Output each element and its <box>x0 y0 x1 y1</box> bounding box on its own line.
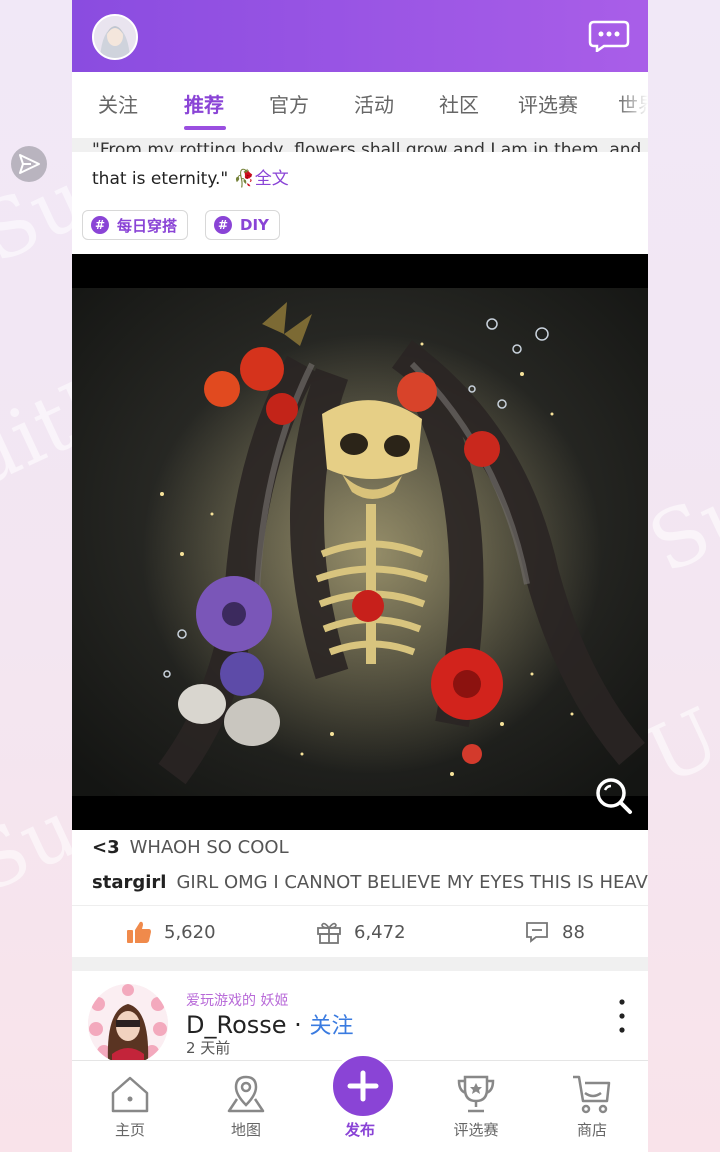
comment-button[interactable]: 88 <box>524 920 585 944</box>
username[interactable]: D_Rosse <box>186 1011 287 1039</box>
tab-recommended[interactable]: 推荐 <box>184 89 224 118</box>
tag-label: DIY <box>240 216 269 234</box>
trophy-icon <box>457 1075 495 1113</box>
post-author: D_Rosse · 关注 <box>186 1008 353 1040</box>
profile-avatar[interactable] <box>92 14 138 60</box>
shopping-cart-icon <box>573 1075 611 1114</box>
post-caption-text: that is eternity." 🥀 <box>92 169 255 189</box>
watermark-text: Su <box>635 461 720 592</box>
post-caption-cut: "From my rotting body, flowers shall gro… <box>92 140 642 152</box>
more-vertical-icon <box>619 999 625 1033</box>
publish-button[interactable] <box>330 1053 396 1119</box>
post-separator <box>72 957 648 971</box>
zoom-icon[interactable] <box>594 776 634 816</box>
tab-official[interactable]: 官方 <box>269 89 309 118</box>
like-count: 5,620 <box>164 921 216 943</box>
app-screen: 关注 推荐 官方 活动 社区 评选赛 世界 "From my rotting b… <box>72 0 648 1152</box>
nav-contest-label: 评选赛 <box>453 1121 499 1139</box>
tab-following[interactable]: 关注 <box>98 89 138 118</box>
tab-contest[interactable]: 评选赛 <box>518 89 578 118</box>
tag-label: 每日穿搭 <box>117 216 178 235</box>
post-image[interactable] <box>72 254 648 830</box>
map-pin-icon <box>227 1075 265 1113</box>
full-text-link[interactable]: 全文 <box>255 169 289 189</box>
like-button[interactable]: 5,620 <box>126 920 216 944</box>
nav-map-label: 地图 <box>230 1121 261 1139</box>
follow-button[interactable]: 关注 <box>309 1014 353 1039</box>
nav-home[interactable]: 主页 <box>80 1061 180 1152</box>
nav-home-label: 主页 <box>114 1121 145 1139</box>
author-avatar[interactable] <box>88 984 168 1064</box>
nav-map[interactable]: 地图 <box>196 1061 296 1152</box>
nav-shop[interactable]: 商店 <box>542 1061 642 1152</box>
comment-author: <3 <box>92 837 120 858</box>
comment-item[interactable]: <3 WHAOH SO COOL <box>92 837 289 858</box>
user-title-badge: 爱玩游戏的 妖姬 <box>186 993 289 1009</box>
share-icon[interactable] <box>11 146 47 182</box>
tab-community[interactable]: 社区 <box>439 89 479 118</box>
separator: · <box>286 1011 310 1039</box>
post-caption: that is eternity." 🥀全文 <box>92 164 289 189</box>
nav-publish-label: 发布 <box>344 1121 375 1139</box>
gift-button[interactable]: 6,472 <box>316 920 406 944</box>
more-options-button[interactable] <box>618 998 626 1034</box>
tag-diy[interactable]: # DIY <box>205 210 280 240</box>
comment-count: 88 <box>562 921 585 943</box>
comment-text: WHAOH SO COOL <box>129 837 289 858</box>
nav-contest[interactable]: 评选赛 <box>426 1061 526 1152</box>
gift-count: 6,472 <box>354 921 406 943</box>
post-stats: 5,620 6,472 88 <box>72 905 648 958</box>
nav-shop-label: 商店 <box>576 1121 607 1139</box>
messages-button[interactable] <box>588 20 630 54</box>
hashtag-icon: # <box>214 216 232 234</box>
thumbs-up-icon <box>127 921 151 943</box>
comment-text: GIRL OMG I CANNOT BELIEVE MY EYES THIS I… <box>176 872 648 893</box>
active-tab-indicator <box>184 126 226 130</box>
post-time: 2 天前 <box>186 1039 231 1057</box>
category-tabs: 关注 推荐 官方 活动 社区 评选赛 世界 <box>72 72 648 139</box>
gift-icon <box>317 922 341 944</box>
outfit-artwork <box>72 288 648 796</box>
tag-daily-outfit[interactable]: # 每日穿搭 <box>82 210 189 240</box>
comment-icon <box>526 922 548 943</box>
plus-icon <box>347 1070 379 1102</box>
comment-author: stargirl <box>92 872 167 893</box>
top-bar <box>72 0 648 72</box>
comment-item[interactable]: stargirl GIRL OMG I CANNOT BELIEVE MY EYE… <box>92 872 648 893</box>
home-icon <box>111 1076 149 1113</box>
tabs-fade <box>618 72 648 138</box>
tab-events[interactable]: 活动 <box>354 89 394 118</box>
hashtag-icon: # <box>91 216 109 234</box>
